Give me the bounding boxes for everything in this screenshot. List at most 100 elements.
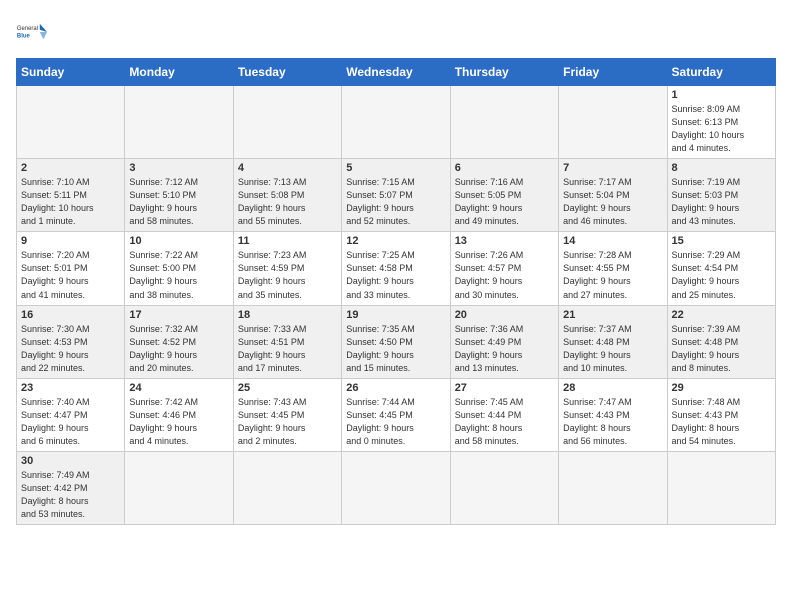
calendar-week-row: 9Sunrise: 7:20 AM Sunset: 5:01 PM Daylig… <box>17 232 776 305</box>
day-number: 27 <box>455 382 554 394</box>
calendar-day-24: 24 Sunrise: 7:42 AM Sunset: 4:46 PM Dayli… <box>125 378 233 451</box>
day-number: 18 <box>238 309 337 321</box>
weekday-header-row: SundayMondayTuesdayWednesdayThursdayFrid… <box>17 59 776 86</box>
day-info: Sunrise: 7:15 AM Sunset: 5:07 PM Dayligh… <box>346 176 445 228</box>
calendar-day-21: 21 Sunrise: 7:37 AM Sunset: 4:48 PM Dayli… <box>559 305 667 378</box>
calendar-day-11: 11 Sunrise: 7:23 AM Sunset: 4:59 PM Dayli… <box>233 232 341 305</box>
day-info: Sunrise: 7:45 AM Sunset: 4:44 PM Dayligh… <box>455 396 554 448</box>
day-info: Sunrise: 7:49 AM Sunset: 4:42 PM Dayligh… <box>21 469 120 521</box>
day-number: 25 <box>238 382 337 394</box>
day-number: 24 <box>129 382 228 394</box>
day-info: Sunrise: 7:48 AM Sunset: 4:43 PM Dayligh… <box>672 396 771 448</box>
day-number: 5 <box>346 162 445 174</box>
day-number: 9 <box>21 235 120 247</box>
day-info: Sunrise: 7:30 AM Sunset: 4:53 PM Dayligh… <box>21 323 120 375</box>
calendar-day-22: 22 Sunrise: 7:39 AM Sunset: 4:48 PM Dayli… <box>667 305 775 378</box>
day-info: Sunrise: 7:28 AM Sunset: 4:55 PM Dayligh… <box>563 249 662 301</box>
day-info: Sunrise: 7:26 AM Sunset: 4:57 PM Dayligh… <box>455 249 554 301</box>
day-info: Sunrise: 8:09 AM Sunset: 6:13 PM Dayligh… <box>672 103 771 155</box>
weekday-header-tuesday: Tuesday <box>233 59 341 86</box>
day-number: 6 <box>455 162 554 174</box>
calendar-day-15: 15 Sunrise: 7:29 AM Sunset: 4:54 PM Dayli… <box>667 232 775 305</box>
day-info: Sunrise: 7:23 AM Sunset: 4:59 PM Dayligh… <box>238 249 337 301</box>
day-info: Sunrise: 7:25 AM Sunset: 4:58 PM Dayligh… <box>346 249 445 301</box>
day-number: 1 <box>672 89 771 101</box>
day-number: 26 <box>346 382 445 394</box>
day-info: Sunrise: 7:12 AM Sunset: 5:10 PM Dayligh… <box>129 176 228 228</box>
calendar-day-1: 1 Sunrise: 8:09 AM Sunset: 6:13 PM Daylig… <box>667 86 775 159</box>
calendar-week-row: 2Sunrise: 7:10 AM Sunset: 5:11 PM Daylig… <box>17 159 776 232</box>
day-number: 29 <box>672 382 771 394</box>
day-info: Sunrise: 7:32 AM Sunset: 4:52 PM Dayligh… <box>129 323 228 375</box>
calendar-day-empty <box>342 451 450 524</box>
day-number: 23 <box>21 382 120 394</box>
generalblue-logo-icon: GeneralBlue <box>16 16 48 48</box>
calendar-day-empty <box>233 451 341 524</box>
day-number: 15 <box>672 235 771 247</box>
calendar-day-empty <box>233 86 341 159</box>
calendar-day-16: 16 Sunrise: 7:30 AM Sunset: 4:53 PM Dayli… <box>17 305 125 378</box>
svg-text:General: General <box>17 26 38 32</box>
day-number: 21 <box>563 309 662 321</box>
calendar-day-empty <box>450 86 558 159</box>
calendar-day-28: 28Sunrise: 7:47 AM Sunset: 4:43 PM Dayli… <box>559 378 667 451</box>
calendar-day-empty <box>125 451 233 524</box>
day-number: 19 <box>346 309 445 321</box>
day-info: Sunrise: 7:44 AM Sunset: 4:45 PM Dayligh… <box>346 396 445 448</box>
day-info: Sunrise: 7:10 AM Sunset: 5:11 PM Dayligh… <box>21 176 120 228</box>
day-number: 3 <box>129 162 228 174</box>
calendar-week-row: 30 Sunrise: 7:49 AM Sunset: 4:42 PM Dayli… <box>17 451 776 524</box>
calendar-day-5: 5 Sunrise: 7:15 AM Sunset: 5:07 PM Daylig… <box>342 159 450 232</box>
weekday-header-wednesday: Wednesday <box>342 59 450 86</box>
calendar-week-row: 16 Sunrise: 7:30 AM Sunset: 4:53 PM Dayli… <box>17 305 776 378</box>
calendar-day-19: 19 Sunrise: 7:35 AM Sunset: 4:50 PM Dayli… <box>342 305 450 378</box>
calendar-week-row: 23 Sunrise: 7:40 AM Sunset: 4:47 PM Dayli… <box>17 378 776 451</box>
calendar-day-3: 3 Sunrise: 7:12 AM Sunset: 5:10 PM Daylig… <box>125 159 233 232</box>
calendar-day-2: 2Sunrise: 7:10 AM Sunset: 5:11 PM Daylig… <box>17 159 125 232</box>
day-info: Sunrise: 7:43 AM Sunset: 4:45 PM Dayligh… <box>238 396 337 448</box>
calendar-day-6: 6Sunrise: 7:16 AM Sunset: 5:05 PM Daylig… <box>450 159 558 232</box>
calendar-day-23: 23 Sunrise: 7:40 AM Sunset: 4:47 PM Dayli… <box>17 378 125 451</box>
day-number: 22 <box>672 309 771 321</box>
day-info: Sunrise: 7:22 AM Sunset: 5:00 PM Dayligh… <box>129 249 228 301</box>
day-number: 4 <box>238 162 337 174</box>
calendar-day-7: 7Sunrise: 7:17 AM Sunset: 5:04 PM Daylig… <box>559 159 667 232</box>
day-number: 20 <box>455 309 554 321</box>
day-info: Sunrise: 7:35 AM Sunset: 4:50 PM Dayligh… <box>346 323 445 375</box>
day-number: 14 <box>563 235 662 247</box>
day-number: 8 <box>672 162 771 174</box>
calendar-week-row: 1 Sunrise: 8:09 AM Sunset: 6:13 PM Daylig… <box>17 86 776 159</box>
day-info: Sunrise: 7:19 AM Sunset: 5:03 PM Dayligh… <box>672 176 771 228</box>
calendar-day-8: 8 Sunrise: 7:19 AM Sunset: 5:03 PM Daylig… <box>667 159 775 232</box>
calendar-day-27: 27 Sunrise: 7:45 AM Sunset: 4:44 PM Dayli… <box>450 378 558 451</box>
day-info: Sunrise: 7:37 AM Sunset: 4:48 PM Dayligh… <box>563 323 662 375</box>
calendar-day-17: 17 Sunrise: 7:32 AM Sunset: 4:52 PM Dayli… <box>125 305 233 378</box>
weekday-header-thursday: Thursday <box>450 59 558 86</box>
calendar-day-12: 12Sunrise: 7:25 AM Sunset: 4:58 PM Dayli… <box>342 232 450 305</box>
logo: GeneralBlue <box>16 16 48 48</box>
calendar-day-18: 18 Sunrise: 7:33 AM Sunset: 4:51 PM Dayli… <box>233 305 341 378</box>
weekday-header-monday: Monday <box>125 59 233 86</box>
calendar-day-13: 13Sunrise: 7:26 AM Sunset: 4:57 PM Dayli… <box>450 232 558 305</box>
day-number: 17 <box>129 309 228 321</box>
day-number: 10 <box>129 235 228 247</box>
calendar-day-20: 20 Sunrise: 7:36 AM Sunset: 4:49 PM Dayli… <box>450 305 558 378</box>
day-number: 28 <box>563 382 662 394</box>
calendar-day-4: 4Sunrise: 7:13 AM Sunset: 5:08 PM Daylig… <box>233 159 341 232</box>
calendar-day-10: 10 Sunrise: 7:22 AM Sunset: 5:00 PM Dayli… <box>125 232 233 305</box>
day-info: Sunrise: 7:33 AM Sunset: 4:51 PM Dayligh… <box>238 323 337 375</box>
day-number: 30 <box>21 455 120 467</box>
calendar-day-25: 25 Sunrise: 7:43 AM Sunset: 4:45 PM Dayli… <box>233 378 341 451</box>
calendar-day-empty <box>667 451 775 524</box>
day-info: Sunrise: 7:29 AM Sunset: 4:54 PM Dayligh… <box>672 249 771 301</box>
page-header: GeneralBlue <box>16 16 776 48</box>
weekday-header-sunday: Sunday <box>17 59 125 86</box>
day-number: 11 <box>238 235 337 247</box>
calendar-day-empty <box>342 86 450 159</box>
day-number: 16 <box>21 309 120 321</box>
day-info: Sunrise: 7:40 AM Sunset: 4:47 PM Dayligh… <box>21 396 120 448</box>
day-info: Sunrise: 7:39 AM Sunset: 4:48 PM Dayligh… <box>672 323 771 375</box>
day-info: Sunrise: 7:36 AM Sunset: 4:49 PM Dayligh… <box>455 323 554 375</box>
day-info: Sunrise: 7:17 AM Sunset: 5:04 PM Dayligh… <box>563 176 662 228</box>
day-info: Sunrise: 7:42 AM Sunset: 4:46 PM Dayligh… <box>129 396 228 448</box>
